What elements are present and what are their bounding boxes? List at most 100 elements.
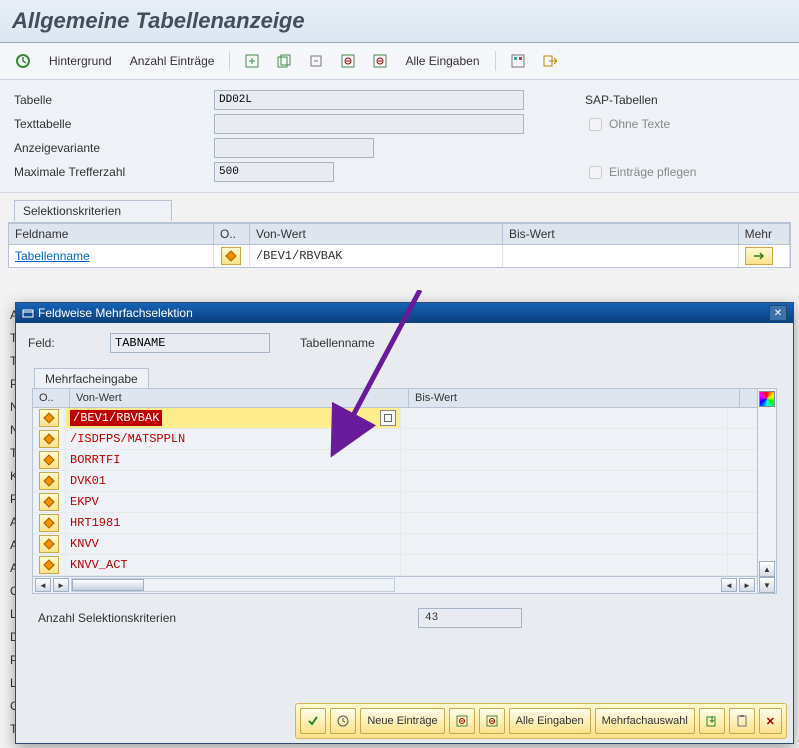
feld-desc: Tabellenname (300, 336, 375, 350)
bis-value[interactable] (401, 555, 728, 575)
mehr-button[interactable] (745, 247, 773, 265)
selkrit-title: Selektionskriterien (14, 200, 172, 221)
option-icon[interactable] (39, 514, 59, 532)
alle-eingaben-button[interactable]: Alle Eingaben (509, 708, 591, 734)
bis-value[interactable] (401, 471, 728, 491)
mehrfachauswahl-button[interactable]: Mehrfachauswahl (595, 708, 695, 734)
scroll-right-icon[interactable]: ► (53, 578, 69, 592)
exit-icon[interactable] (536, 49, 564, 73)
clipboard-button[interactable] (729, 708, 755, 734)
alle-eingaben-button[interactable]: Alle Eingaben (398, 49, 486, 73)
maxtreffer-input[interactable] (214, 162, 334, 182)
selkrit-header: Feldname O.. Von-Wert Bis-Wert Mehr (9, 223, 790, 245)
neue-eintraege-button[interactable]: Neue Einträge (360, 708, 444, 734)
dialog-titlebar: Feldweise Mehrfachselektion ✕ (16, 303, 793, 323)
paste-row-icon[interactable] (302, 49, 330, 73)
delete-single-button[interactable] (449, 708, 475, 734)
anzahl-eintraege-button[interactable]: Anzahl Einträge (123, 49, 222, 73)
page-title: Allgemeine Tabellenanzeige (12, 8, 305, 34)
bis-value[interactable] (401, 534, 728, 554)
close-icon[interactable]: ✕ (769, 305, 787, 321)
mf-row[interactable]: /BEV1/RBVBAK (33, 408, 757, 429)
bis-value[interactable] (401, 408, 728, 428)
insert-row-icon[interactable] (238, 49, 266, 73)
option-icon[interactable] (39, 451, 59, 469)
mf-row[interactable]: EKPV (33, 492, 757, 513)
bis-wert-cell[interactable] (503, 245, 739, 267)
side-toolbar: ▲ ▼ (757, 389, 776, 593)
copy-row-icon[interactable] (270, 49, 298, 73)
mf-row[interactable]: KNVV_ACT (33, 555, 757, 576)
mf-header: O.. Von-Wert Bis-Wert (33, 389, 757, 408)
bis-value[interactable] (401, 513, 728, 533)
bis-value[interactable] (401, 450, 728, 470)
mf-head-bis: Bis-Wert (409, 389, 740, 407)
selkrit-head-bis: Bis-Wert (503, 224, 739, 244)
mf-row[interactable]: HRT1981 (33, 513, 757, 534)
layout-icon[interactable] (504, 49, 532, 73)
von-value[interactable]: /BEV1/RBVBAK (70, 410, 162, 426)
cancel-button[interactable]: ✕ (759, 708, 782, 734)
von-value[interactable]: /ISDFPS/MATSPPLN (70, 432, 185, 446)
mf-head-opt: O.. (33, 389, 70, 407)
option-icon[interactable] (39, 493, 59, 511)
h-scrollbar[interactable]: ◄ ► ◄ ► (33, 576, 757, 593)
von-value[interactable]: BORRTFI (70, 453, 120, 467)
feld-input[interactable] (110, 333, 270, 353)
von-value[interactable]: KNVV_ACT (70, 558, 128, 572)
tabelle-input[interactable] (214, 90, 524, 110)
mf-head-von: Von-Wert (70, 389, 409, 407)
mf-row[interactable]: /ISDFPS/MATSPPLN (33, 429, 757, 450)
option-icon[interactable] (39, 430, 59, 448)
dialog-title: Feldweise Mehrfachselektion (38, 306, 193, 320)
von-value[interactable]: DVK01 (70, 474, 106, 488)
bis-value[interactable] (401, 429, 728, 449)
von-value[interactable]: HRT1981 (70, 516, 120, 530)
option-icon[interactable] (39, 535, 59, 553)
anzeigevariante-label: Anzeigevariante (14, 141, 214, 155)
selkrit-head-mehr: Mehr (739, 224, 790, 244)
delete-all-icon[interactable] (366, 49, 394, 73)
column-config-icon[interactable] (759, 391, 775, 407)
von-value[interactable]: KNVV (70, 537, 99, 551)
selkrit-head-von: Von-Wert (250, 224, 503, 244)
accept-button[interactable] (300, 708, 326, 734)
mehrfacheingabe-tab[interactable]: Mehrfacheingabe (34, 368, 149, 389)
von-value[interactable]: EKPV (70, 495, 99, 509)
selkrit-box: Feldname O.. Von-Wert Bis-Wert Mehr Tabe… (8, 222, 791, 268)
mf-row[interactable]: DVK01 (33, 471, 757, 492)
texttabelle-input[interactable] (214, 114, 524, 134)
scroll-up-icon[interactable]: ▲ (759, 561, 775, 577)
execute-icon[interactable] (8, 49, 38, 73)
maxtreffer-label: Maximale Trefferzahl (14, 165, 214, 179)
von-wert-cell[interactable]: /BEV1/RBVBAK (250, 245, 503, 267)
import-button[interactable] (699, 708, 725, 734)
scroll-left2-icon[interactable]: ◄ (721, 578, 737, 592)
option-icon[interactable] (39, 556, 59, 574)
feldname-link[interactable]: Tabellenname (15, 249, 90, 263)
texttabelle-label: Texttabelle (14, 117, 214, 131)
feld-label: Feld: (28, 336, 98, 350)
tabelle-label: Tabelle (14, 93, 214, 107)
anzeigevariante-input[interactable] (214, 138, 374, 158)
eintraege-pflegen-checkbox (589, 166, 602, 179)
scroll-down-icon[interactable]: ▼ (759, 577, 775, 593)
scroll-left-icon[interactable]: ◄ (35, 578, 51, 592)
option-icon[interactable] (221, 247, 241, 265)
delete-row-icon[interactable] (334, 49, 362, 73)
scroll-right2-icon[interactable]: ► (739, 578, 755, 592)
bis-value[interactable] (401, 492, 728, 512)
mf-row[interactable]: BORRTFI (33, 450, 757, 471)
anzahl-value: 43 (418, 608, 522, 628)
title-bar: Allgemeine Tabellenanzeige (0, 0, 799, 43)
clock-button[interactable] (330, 708, 356, 734)
mf-row[interactable]: KNVV (33, 534, 757, 555)
selkrit-head-opt: O.. (214, 224, 250, 244)
eintraege-pflegen-label: Einträge pflegen (609, 165, 696, 179)
option-icon[interactable] (39, 409, 59, 427)
delete-all-button[interactable] (479, 708, 505, 734)
hintergrund-button[interactable]: Hintergrund (42, 49, 119, 73)
anzahl-label: Anzahl Selektionskriterien (38, 611, 418, 625)
f4-help-icon[interactable] (380, 410, 396, 426)
option-icon[interactable] (39, 472, 59, 490)
